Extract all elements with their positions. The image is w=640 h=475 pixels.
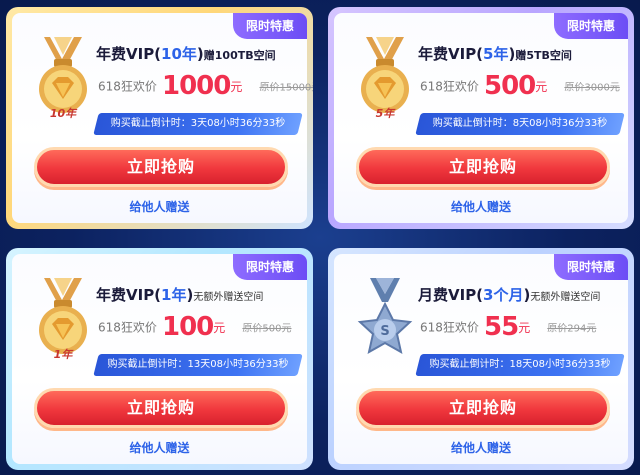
original-price: 原价294元: [547, 323, 597, 335]
gift-to-others-link[interactable]: 给他人赠送: [334, 439, 628, 456]
original-price: 原价15000元: [259, 82, 313, 94]
buy-now-button[interactable]: 立即抢购: [34, 147, 288, 187]
gift-to-others-link[interactable]: 给他人赠送: [334, 198, 628, 215]
buy-now-button[interactable]: 立即抢购: [356, 147, 610, 187]
gold-medal-icon: 10年: [39, 37, 87, 120]
plan-title: 年费VIP(10年)赠100TB空间: [96, 45, 276, 63]
medal-label: 1年: [54, 348, 75, 361]
sale-price: 100: [162, 312, 214, 342]
plan-title: 月费VIP(3个月)无额外赠送空间: [418, 286, 601, 304]
plan-title: 年费VIP(5年)赠5TB空间: [418, 45, 572, 63]
price-label: 618狂欢价: [98, 320, 157, 335]
price-label: 618狂欢价: [420, 320, 479, 335]
sale-price: 500: [484, 71, 536, 101]
gift-to-others-link[interactable]: 给他人赠送: [12, 439, 307, 456]
price-label: 618狂欢价: [420, 79, 479, 94]
buy-now-button[interactable]: 立即抢购: [356, 388, 610, 428]
gift-to-others-link[interactable]: 给他人赠送: [12, 198, 307, 215]
buy-now-button[interactable]: 立即抢购: [34, 388, 288, 428]
countdown-banner: 购买截止倒计时：3天08小时36分33秒: [93, 113, 303, 135]
sale-price: 55: [484, 312, 519, 342]
gold-medal-icon: 5年: [361, 37, 409, 120]
original-price: 原价500元: [242, 323, 292, 335]
vip-card-5-year: 限时特惠 5年 年费VIP(5年)赠5TB空间 618狂欢价 500元 原价30…: [328, 7, 634, 229]
countdown-banner: 购买截止倒计时：8天08小时36分33秒: [415, 113, 625, 135]
countdown-banner: 购买截止倒计时：18天08小时36分33秒: [415, 354, 625, 376]
plan-title: 年费VIP(1年)无额外赠送空间: [96, 286, 264, 304]
card-body: 限时特惠 1年 年费VIP(1年)无额外赠送空间 618狂欢价 100元 原价5…: [12, 254, 307, 464]
vip-card-3-month: 限时特惠 S 月费VIP(3个月)无额外赠送空间 618狂欢价 55元 原价29…: [328, 248, 634, 470]
svg-text:S: S: [380, 324, 389, 339]
sale-price: 1000: [162, 71, 231, 101]
price-row: 618狂欢价 500元 原价3000元: [420, 71, 620, 101]
price-row: 618狂欢价 1000元 原价15000元: [98, 71, 313, 101]
original-price: 原价3000元: [564, 82, 620, 94]
vip-card-10-year: 限时特惠 10年 年费VIP(10年)赠100TB空间 618狂欢价 1000元…: [6, 7, 313, 229]
medal-label: 10年: [50, 107, 78, 120]
limited-offer-badge: 限时特惠: [233, 13, 307, 39]
card-body: 限时特惠 10年 年费VIP(10年)赠100TB空间 618狂欢价 1000元…: [12, 13, 313, 223]
gold-medal-icon: 1年: [39, 278, 87, 361]
vip-card-1-year: 限时特惠 1年 年费VIP(1年)无额外赠送空间 618狂欢价 100元 原价5…: [6, 248, 313, 470]
limited-offer-badge: 限时特惠: [554, 13, 628, 39]
silver-star-medal-icon: S: [357, 278, 413, 354]
limited-offer-badge: 限时特惠: [233, 254, 307, 280]
countdown-banner: 购买截止倒计时：13天08小时36分33秒: [93, 354, 303, 376]
card-body: 限时特惠 S 月费VIP(3个月)无额外赠送空间 618狂欢价 55元 原价29…: [334, 254, 628, 464]
price-row: 618狂欢价 55元 原价294元: [420, 312, 597, 342]
medal-label: 5年: [376, 107, 397, 120]
card-body: 限时特惠 5年 年费VIP(5年)赠5TB空间 618狂欢价 500元 原价30…: [334, 13, 628, 223]
price-row: 618狂欢价 100元 原价500元: [98, 312, 292, 342]
price-label: 618狂欢价: [98, 79, 157, 94]
limited-offer-badge: 限时特惠: [554, 254, 628, 280]
